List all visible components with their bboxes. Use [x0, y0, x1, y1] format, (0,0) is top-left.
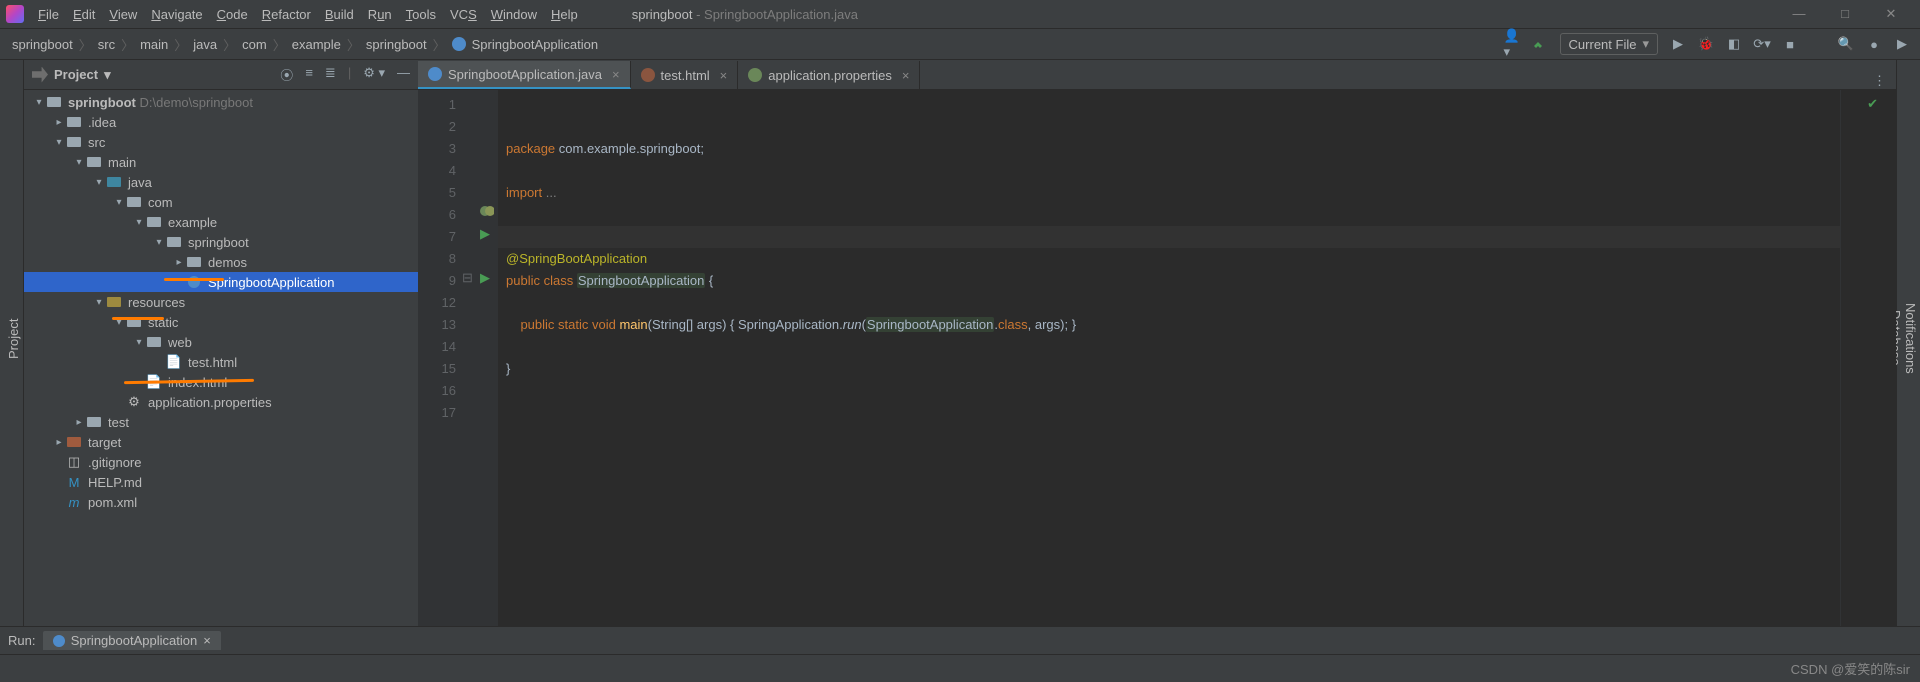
app-logo-icon	[6, 5, 24, 23]
menu-run[interactable]: Run	[368, 7, 392, 22]
code-editor[interactable]: 123456789121314151617 ▶ ▶ ⊟ package com.…	[418, 90, 1896, 626]
close-button[interactable]: ✕	[1868, 6, 1914, 22]
code-text[interactable]: package com.example.springboot; import .…	[498, 90, 1840, 626]
build-hammer-icon[interactable]	[1532, 36, 1548, 52]
project-view-selector[interactable]: Project	[54, 67, 111, 83]
tab-app-properties[interactable]: application.properties×	[738, 61, 920, 89]
run-config-selector[interactable]: Current File	[1560, 33, 1658, 55]
project-tree[interactable]: ▾springboot D:\demo\springboot ▸.idea ▾s…	[24, 90, 418, 626]
expand-all-icon[interactable]: ≡	[305, 65, 313, 84]
annotation-mark	[164, 278, 224, 281]
breadcrumb[interactable]: springboot〉 src〉 main〉 java〉 com〉 exampl…	[10, 35, 600, 54]
markdown-file-icon: M	[66, 475, 82, 489]
close-tab-icon[interactable]: ×	[902, 68, 910, 83]
caret-line-highlight	[498, 226, 1840, 248]
minimize-button[interactable]: —	[1776, 6, 1822, 22]
status-bar: CSDN @爱笑的陈sir	[0, 654, 1920, 682]
profile-icon[interactable]: ⟳▾	[1754, 36, 1770, 52]
menu-tools[interactable]: Tools	[406, 7, 436, 22]
menu-bar: File Edit View Navigate Code Refactor Bu…	[0, 0, 1920, 28]
stop-icon[interactable]: ■	[1782, 36, 1798, 52]
menu-code[interactable]: Code	[217, 7, 248, 22]
run-gutter-icon[interactable]: ▶	[480, 226, 492, 238]
analysis-ok-icon[interactable]: ✔	[1867, 96, 1878, 112]
navigation-bar: springboot〉 src〉 main〉 java〉 com〉 exampl…	[0, 28, 1920, 60]
user-icon[interactable]: 👤▾	[1504, 36, 1520, 52]
tab-springboot-app[interactable]: SpringbootApplication.java×	[418, 61, 631, 89]
maximize-button[interactable]: □	[1822, 6, 1868, 22]
tree-node-selected[interactable]: SpringbootApplication	[24, 272, 418, 292]
settings-icon[interactable]: ⚙ ▾	[363, 65, 385, 84]
search-icon[interactable]: 🔍	[1838, 36, 1854, 52]
properties-file-icon: ⚙	[126, 395, 142, 409]
menu-refactor[interactable]: Refactor	[262, 7, 311, 22]
annotation-mark	[112, 317, 164, 320]
watermark-text: CSDN @爱笑的陈sir	[1791, 659, 1910, 678]
html-file-icon	[641, 68, 655, 82]
run-label: Run:	[8, 633, 35, 648]
menu-help[interactable]: Help	[551, 7, 578, 22]
line-number-gutter: 123456789121314151617	[418, 90, 474, 626]
coverage-icon[interactable]: ◧	[1726, 36, 1742, 52]
menu-navigate[interactable]: Navigate	[151, 7, 202, 22]
spacer	[1810, 36, 1826, 52]
run-gutter-icon[interactable]: ▶	[480, 270, 492, 282]
project-view-icon	[32, 67, 48, 83]
debug-icon[interactable]: 🐞	[1698, 36, 1714, 52]
run-tool-window-bar: Run: SpringbootApplication ×	[0, 626, 1920, 654]
close-run-tab-icon[interactable]: ×	[203, 633, 211, 648]
window-title: springboot - SpringbootApplication.java	[632, 7, 858, 22]
menu-build[interactable]: Build	[325, 7, 354, 22]
right-toolwindow-bar: Notifications Database Maven	[1896, 60, 1920, 626]
menu-edit[interactable]: Edit	[73, 7, 95, 22]
class-icon	[452, 37, 466, 51]
project-panel: Project ⦿ ≡ ≣ | ⚙ ▾ — ▾springboot D:\dem…	[24, 60, 418, 626]
run-icon[interactable]: ▶	[1670, 36, 1686, 52]
properties-file-icon	[748, 68, 762, 82]
html-file-icon: 📄	[166, 355, 182, 369]
tab-test-html[interactable]: test.html×	[631, 61, 739, 89]
java-class-icon	[53, 635, 65, 647]
editor-area: SpringbootApplication.java× test.html× a…	[418, 60, 1896, 626]
project-toolwindow-stripe[interactable]: Project	[6, 68, 21, 610]
ide-update-icon[interactable]: ●	[1866, 36, 1882, 52]
ai-assist-icon[interactable]: ▶	[1894, 36, 1910, 52]
menu-view[interactable]: View	[109, 7, 137, 22]
right-gutter: ✔	[1840, 90, 1896, 626]
menu-vcs[interactable]: VCS	[450, 7, 477, 22]
editor-tabs: SpringbootApplication.java× test.html× a…	[418, 60, 1896, 90]
hide-icon[interactable]: —	[397, 65, 410, 84]
locate-icon[interactable]: ⦿	[280, 65, 293, 84]
collapse-all-icon[interactable]: ≣	[325, 65, 336, 84]
menu-file[interactable]: File	[38, 7, 59, 22]
left-toolwindow-bar: Project	[0, 60, 24, 626]
maven-file-icon: m	[66, 495, 82, 509]
notifications-stripe[interactable]: Notifications	[1903, 66, 1918, 610]
tabs-menu-icon[interactable]: ⋮	[1863, 73, 1896, 89]
close-tab-icon[interactable]: ×	[720, 68, 728, 83]
java-class-icon	[428, 67, 442, 81]
menu-window[interactable]: Window	[491, 7, 537, 22]
close-tab-icon[interactable]: ×	[612, 67, 620, 82]
run-tab[interactable]: SpringbootApplication ×	[43, 631, 221, 650]
gitignore-file-icon: ◫	[66, 455, 82, 469]
gutter-marks[interactable]: ▶ ▶ ⊟	[474, 90, 498, 626]
